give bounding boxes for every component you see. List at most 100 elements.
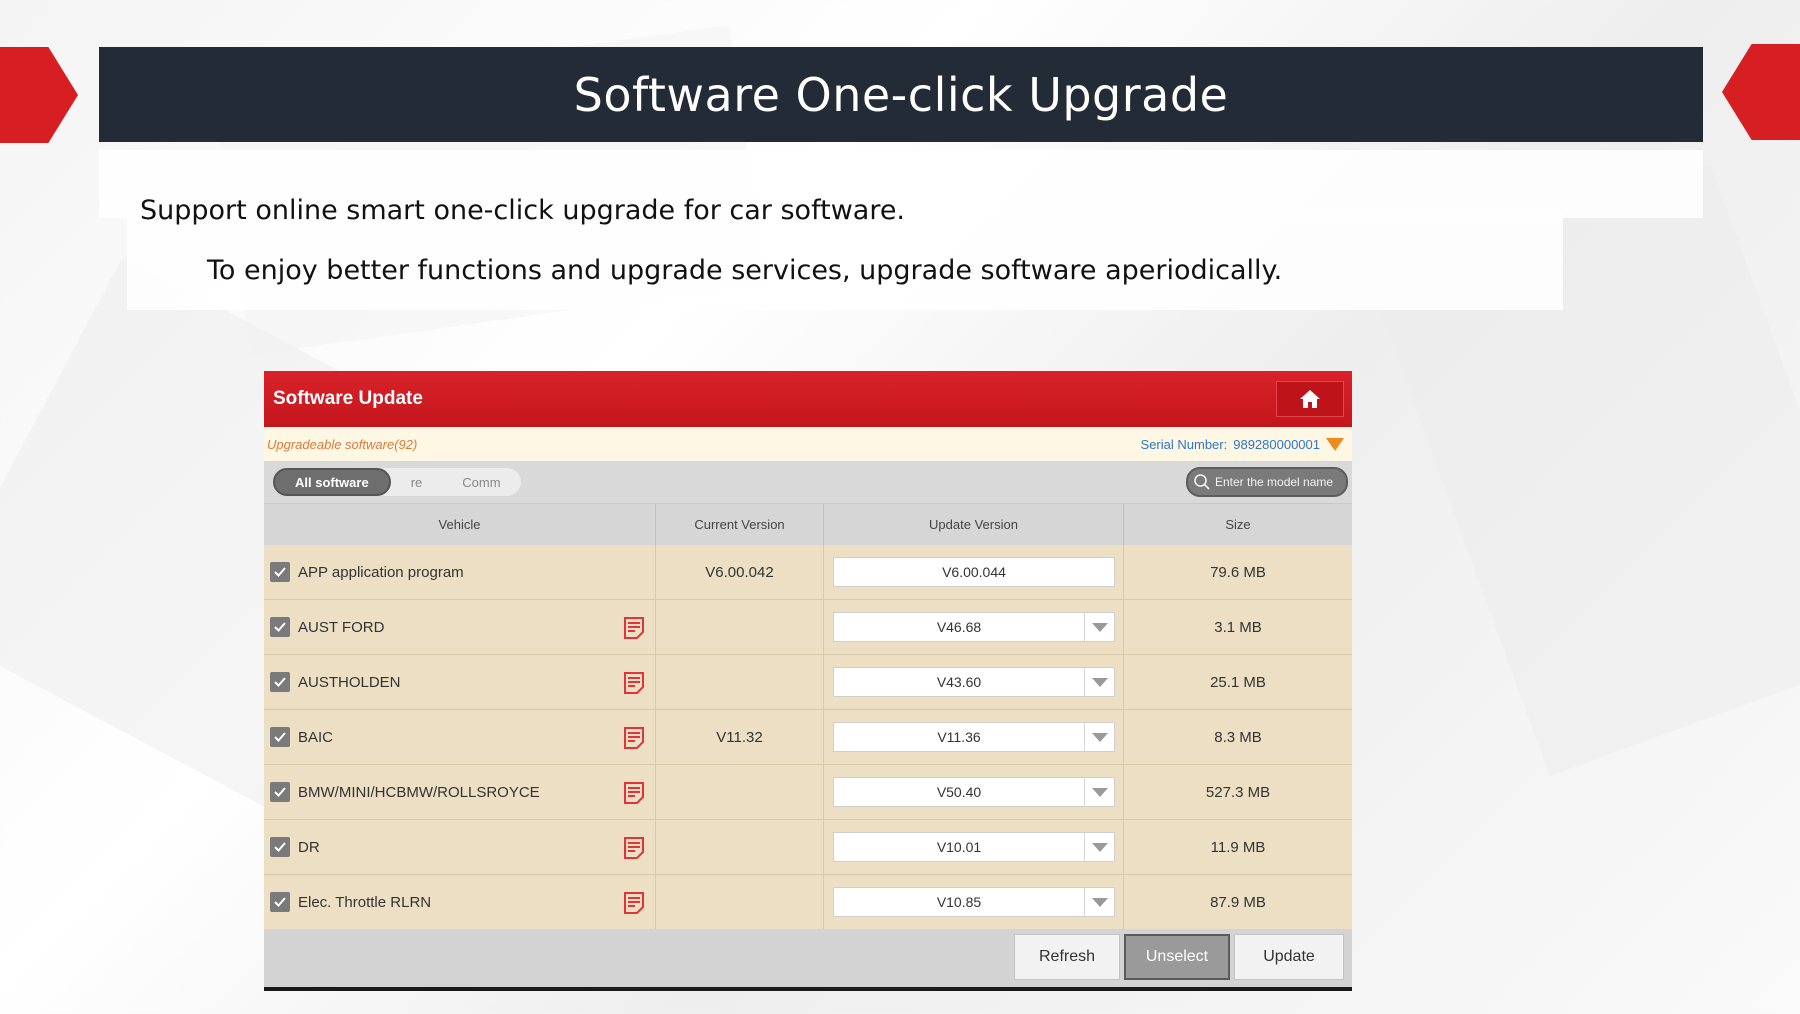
table-row[interactable]: APP application program V6.00.042 V6.00.… xyxy=(264,545,1352,600)
slide-title: Software One-click Upgrade xyxy=(573,67,1229,122)
release-notes-icon[interactable] xyxy=(623,891,645,919)
chevron-down-icon[interactable] xyxy=(1084,888,1114,916)
app-title: Software Update xyxy=(273,388,423,409)
current-version xyxy=(656,600,824,654)
column-size: Size xyxy=(1225,517,1251,532)
description-line-2: To enjoy better functions and upgrade se… xyxy=(207,255,1283,286)
vehicle-name: BMW/MINI/HCBMW/ROLLSROYCE xyxy=(298,783,540,801)
chevron-down-icon[interactable] xyxy=(1084,613,1114,641)
update-version-value: V50.40 xyxy=(936,784,982,800)
update-version-value: V11.36 xyxy=(937,729,981,745)
search-icon xyxy=(1194,474,1210,490)
update-version-value: V46.68 xyxy=(936,619,982,635)
update-version-select[interactable]: V50.40 xyxy=(833,777,1115,807)
update-version-value: V43.60 xyxy=(936,674,982,690)
update-version-select[interactable]: V11.36 xyxy=(833,722,1115,752)
unselect-button[interactable]: Unselect xyxy=(1124,934,1230,980)
serial-label: Serial Number: xyxy=(1140,436,1228,452)
vehicle-name: Elec. Throttle RLRN xyxy=(298,893,432,911)
table-row[interactable]: BMW/MINI/HCBMW/ROLLSROYCE V50.40 527.3 M… xyxy=(264,765,1352,820)
row-checkbox[interactable] xyxy=(270,782,290,802)
footer-bar: Refresh Unselect Update xyxy=(264,929,1352,987)
software-table-body: APP application program V6.00.042 V6.00.… xyxy=(264,545,1352,930)
filter-comm[interactable]: Comm xyxy=(442,468,520,496)
app-header: Software Update xyxy=(264,371,1352,427)
left-red-arrow-decoration xyxy=(0,47,78,143)
vehicle-name: AUST FORD xyxy=(298,618,385,636)
current-version xyxy=(656,820,824,874)
serial-number[interactable]: Serial Number: 989280000001 xyxy=(1141,437,1344,452)
table-header: Vehicle Current Version Update Version S… xyxy=(264,503,1352,545)
row-checkbox[interactable] xyxy=(270,837,290,857)
home-icon xyxy=(1300,390,1320,408)
update-button[interactable]: Update xyxy=(1234,934,1344,980)
current-version xyxy=(656,765,824,819)
update-version-select[interactable]: V10.85 xyxy=(833,887,1115,917)
chevron-down-icon[interactable] xyxy=(1084,833,1114,861)
column-vehicle: Vehicle xyxy=(264,504,656,545)
checkmark-icon xyxy=(274,897,286,907)
update-version-select[interactable]: V43.60 xyxy=(833,667,1115,697)
row-checkbox[interactable] xyxy=(270,892,290,912)
refresh-button[interactable]: Refresh xyxy=(1014,934,1120,980)
software-size: 25.1 MB xyxy=(1210,673,1266,691)
update-version-value: V10.85 xyxy=(936,894,982,910)
update-version-value: V6.00.044 xyxy=(942,564,1006,580)
chevron-down-icon[interactable] xyxy=(1084,778,1114,806)
software-size: 11.9 MB xyxy=(1210,838,1266,856)
filter-re[interactable]: re xyxy=(391,468,443,496)
info-row: Upgradeable software(92) Serial Number: … xyxy=(264,427,1352,461)
filter-segment: All software re Comm xyxy=(273,468,521,496)
row-checkbox[interactable] xyxy=(270,727,290,747)
vehicle-name: AUSTHOLDEN xyxy=(298,673,401,691)
upgradeable-count: Upgradeable software(92) xyxy=(267,436,418,452)
checkmark-icon xyxy=(274,622,286,632)
software-size: 3.1 MB xyxy=(1214,618,1262,636)
description-line-1: Support online smart one-click upgrade f… xyxy=(140,195,906,226)
right-red-arrow-decoration xyxy=(1722,44,1800,140)
software-size: 87.9 MB xyxy=(1210,893,1266,911)
chevron-down-icon[interactable] xyxy=(1084,723,1114,751)
slide-title-bar: Software One-click Upgrade xyxy=(99,47,1703,142)
checkmark-icon xyxy=(274,787,286,797)
current-version: V11.32 xyxy=(656,710,824,764)
filter-all-software[interactable]: All software xyxy=(273,468,391,496)
software-size: 79.6 MB xyxy=(1210,563,1266,581)
release-notes-icon[interactable] xyxy=(623,836,645,864)
software-size: 8.3 MB xyxy=(1214,728,1262,746)
release-notes-icon[interactable] xyxy=(623,781,645,809)
table-row[interactable]: AUST FORD V46.68 3.1 MB xyxy=(264,600,1352,655)
chevron-down-icon[interactable] xyxy=(1084,668,1114,696)
serial-value: 989280000001 xyxy=(1233,436,1320,452)
checkmark-icon xyxy=(274,567,286,577)
vehicle-name: APP application program xyxy=(298,563,464,581)
checkmark-icon xyxy=(274,842,286,852)
release-notes-icon[interactable] xyxy=(623,616,645,644)
search-input[interactable]: Enter the model name xyxy=(1186,467,1348,497)
update-version-select[interactable]: V6.00.044 xyxy=(833,557,1115,587)
release-notes-icon[interactable] xyxy=(623,671,645,699)
serial-dropdown-icon[interactable] xyxy=(1326,437,1344,451)
filter-row: All software re Comm Enter the model nam… xyxy=(264,461,1352,503)
row-checkbox[interactable] xyxy=(270,617,290,637)
column-current-version: Current Version xyxy=(656,504,824,545)
update-version-select[interactable]: V10.01 xyxy=(833,832,1115,862)
software-update-window: Software Update Upgradeable software(92)… xyxy=(264,371,1352,991)
update-version-value: V10.01 xyxy=(936,839,982,855)
row-checkbox[interactable] xyxy=(270,562,290,582)
search-placeholder: Enter the model name xyxy=(1215,475,1334,489)
current-version xyxy=(656,875,824,929)
table-row[interactable]: BAIC V11.32 V11.36 8.3 MB xyxy=(264,710,1352,765)
home-button[interactable] xyxy=(1276,381,1344,417)
checkmark-icon xyxy=(274,732,286,742)
checkmark-icon xyxy=(274,677,286,687)
table-row[interactable]: AUSTHOLDEN V43.60 25.1 MB xyxy=(264,655,1352,710)
vehicle-name: BAIC xyxy=(298,728,334,746)
table-row[interactable]: Elec. Throttle RLRN V10.85 87.9 MB xyxy=(264,875,1352,930)
table-row[interactable]: DR V10.01 11.9 MB xyxy=(264,820,1352,875)
update-version-select[interactable]: V46.68 xyxy=(833,612,1115,642)
release-notes-icon[interactable] xyxy=(623,726,645,754)
current-version: V6.00.042 xyxy=(656,545,824,599)
vehicle-name: DR xyxy=(298,838,320,856)
row-checkbox[interactable] xyxy=(270,672,290,692)
